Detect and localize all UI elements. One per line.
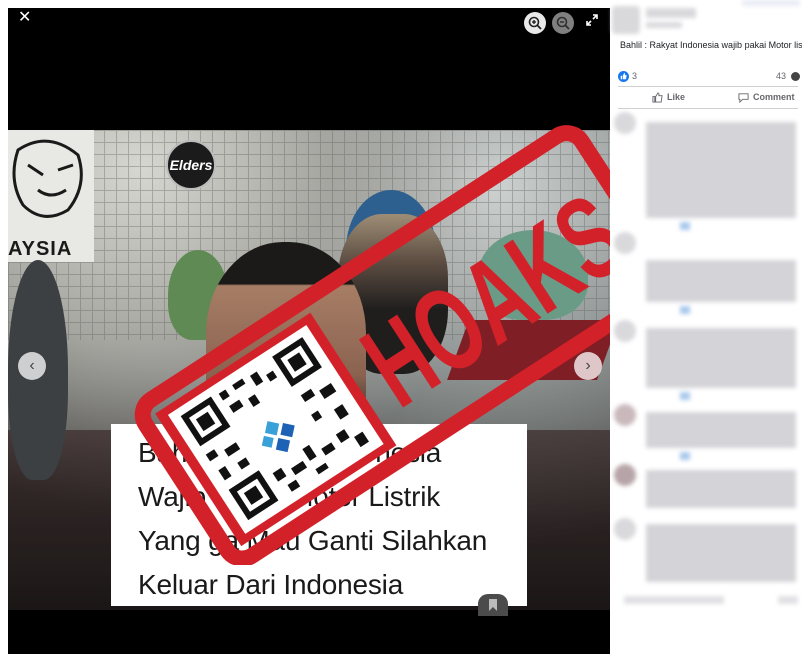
elders-logo: Elders <box>166 140 216 190</box>
comment-bubble <box>646 260 796 302</box>
comment-icon <box>738 92 749 103</box>
comment-button[interactable]: Comment <box>738 90 795 104</box>
post-text: Bahlil : Rakyat Indonesia wajib pakai Mo… <box>620 40 802 50</box>
comment-meta <box>680 306 690 314</box>
previous-photo-button[interactable]: ‹ <box>18 352 46 380</box>
zoom-out-icon <box>556 16 570 30</box>
like-label: Like <box>667 92 686 102</box>
post-panel: Bahlil : Rakyat Indonesia wajib pakai Mo… <box>610 0 802 654</box>
poster-text: AYSIA <box>8 238 73 260</box>
header-element <box>742 0 800 6</box>
zoom-in-icon <box>528 16 542 30</box>
divider <box>618 108 798 109</box>
post-meta <box>646 22 682 28</box>
chevron-left-icon: ‹ <box>29 357 35 374</box>
comment-meta <box>680 222 690 230</box>
like-reaction-icon <box>618 71 629 82</box>
photo-viewer: ✕ AYSIA Elders Bahlil: Rakyat Indonesia… <box>8 8 610 654</box>
like-count[interactable]: 3 <box>632 71 637 81</box>
zoom-in-button[interactable] <box>524 12 546 34</box>
bookmark-icon[interactable] <box>478 594 508 616</box>
logo-text: Elders <box>169 157 213 173</box>
comment-bubble <box>646 328 796 388</box>
expand-button[interactable] <box>585 13 599 27</box>
comment-meta <box>680 452 690 460</box>
flag-icon <box>489 599 497 611</box>
comment-label: Comment <box>753 92 795 102</box>
next-photo-button[interactable]: › <box>574 352 602 380</box>
screen: ✕ AYSIA Elders Bahlil: Rakyat Indonesia… <box>0 0 802 654</box>
avatar <box>612 6 640 34</box>
caption-line: Wajib Pakai Motor Listrik <box>138 481 441 512</box>
comment-bubble <box>646 412 796 448</box>
comment-bubble-icon <box>791 72 800 81</box>
caption-line: Yang ga Mau Ganti Silahkan <box>138 525 488 556</box>
comment-count[interactable]: 43 <box>776 71 786 81</box>
caption-line: Bahlil : Rakyat Indonesia <box>138 437 442 468</box>
tiger-poster: AYSIA <box>8 130 94 262</box>
caption-line: Keluar Dari Indonesia <box>138 569 404 600</box>
person-foreground <box>206 242 366 432</box>
comment-input-icons[interactable] <box>778 596 798 604</box>
comment-meta <box>680 392 690 400</box>
comment-avatar <box>614 112 636 134</box>
like-button[interactable]: Like <box>652 90 685 104</box>
thumbs-up-icon <box>652 91 663 103</box>
comment-avatar <box>614 320 636 342</box>
comment-bubble <box>646 470 796 508</box>
reactions-bar[interactable]: 3 43 <box>618 70 800 84</box>
comment-bubble <box>646 524 796 582</box>
comment-avatar <box>614 232 636 254</box>
expand-icon <box>586 14 598 26</box>
thumbs-up-icon <box>620 73 627 80</box>
tiger-illustration <box>12 139 83 218</box>
zoom-out-button[interactable] <box>552 12 574 34</box>
scooter <box>478 230 588 320</box>
chevron-right-icon: › <box>585 357 591 374</box>
comment-avatar <box>614 404 636 426</box>
comment-avatar <box>614 518 636 540</box>
close-icon[interactable]: ✕ <box>18 10 31 26</box>
divider <box>618 86 798 87</box>
comment-bubble <box>646 122 796 218</box>
author-name <box>646 8 696 18</box>
comment-avatar <box>614 464 636 486</box>
comment-input[interactable] <box>624 596 724 604</box>
